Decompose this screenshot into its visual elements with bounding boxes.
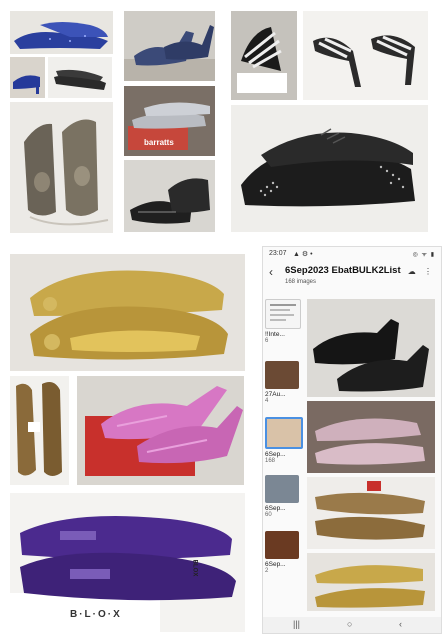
side-album-item[interactable]: !!Inte... 6	[265, 299, 305, 344]
photo-purple-patent-blox: B·L·O·X BLOX	[10, 493, 245, 632]
side-album-item[interactable]: 6Sep... 2	[265, 531, 305, 574]
album-thumb	[265, 417, 303, 449]
album-thumb	[265, 361, 299, 389]
album-topbar: ‹ 6Sep2023 EbatBULK2List 168 images ☁ ⋮	[263, 261, 441, 295]
photo-gold-ballet-flats	[10, 254, 245, 371]
photo-blue-heels-small	[10, 57, 45, 98]
album-count: 2	[265, 568, 269, 574]
phone-gallery-screenshot: 23:07 ▲ ⚙ • ◎ ᯤ ▮ ‹ 6Sep2023 EbatBULK2Li…	[262, 246, 442, 634]
cloud-more-icons[interactable]: ☁ ⋮	[408, 267, 435, 276]
photo-strappy-heels	[124, 11, 215, 81]
album-label: !!Inte...	[265, 331, 285, 338]
status-notification-icons: ▲ ⚙ •	[293, 251, 313, 258]
side-album-item[interactable]: 6Sep... 60	[265, 475, 305, 518]
side-album-item-selected[interactable]: 6Sep... 168	[265, 417, 305, 464]
album-thumb	[265, 475, 299, 503]
recent-apps-icon[interactable]: |||	[293, 619, 300, 629]
album-thumb	[265, 531, 299, 559]
back-arrow-icon[interactable]: ‹	[269, 265, 273, 279]
side-album-item[interactable]: 27Au... 4	[265, 361, 305, 404]
album-count: 6	[265, 338, 269, 344]
gallery-photo-insoles[interactable]	[307, 477, 435, 549]
photo-zebra-slingbacks	[303, 11, 428, 100]
blox-shoe-label: BLOX	[191, 559, 198, 577]
nav-back-icon[interactable]: ‹	[399, 619, 402, 629]
photo-pink-slingbacks	[77, 376, 244, 485]
status-system-icons: ◎ ᯤ ▮	[412, 252, 435, 258]
photo-black-studded-oxfords	[231, 105, 428, 232]
home-icon[interactable]: ○	[347, 619, 352, 629]
photo-blue-glitter-pumps	[10, 11, 113, 54]
gallery-photo-gold-flats[interactable]	[307, 553, 435, 611]
album-title: 6Sep2023 EbatBULK2List	[285, 265, 401, 276]
blox-box-label: B·L·O·X	[70, 609, 122, 620]
photo-pewter-pumps	[10, 102, 113, 233]
photo-zebra-heels-box	[231, 11, 297, 100]
album-label: 27Au...	[265, 391, 286, 398]
album-thumb	[265, 299, 301, 329]
album-count: 4	[265, 398, 269, 404]
photo-tan-insoles	[10, 376, 69, 485]
album-count: 168	[265, 458, 276, 464]
android-nav-bar: ||| ○ ‹	[263, 617, 441, 633]
album-image-count: 168 images	[285, 279, 317, 285]
album-label: 6Sep...	[265, 451, 286, 458]
album-count: 60	[265, 512, 272, 518]
album-label: 6Sep...	[265, 561, 286, 568]
album-label: 6Sep...	[265, 505, 286, 512]
gallery-photo-black-pumps[interactable]	[307, 299, 435, 397]
photo-black-flats	[48, 57, 112, 98]
gallery-photo-pink-metallic[interactable]	[307, 401, 435, 473]
photo-black-wedges	[124, 160, 215, 232]
photo-silver-mary-janes: barratts	[124, 86, 215, 156]
barratts-label: barratts	[144, 138, 174, 147]
status-time: 23:07	[269, 250, 287, 257]
